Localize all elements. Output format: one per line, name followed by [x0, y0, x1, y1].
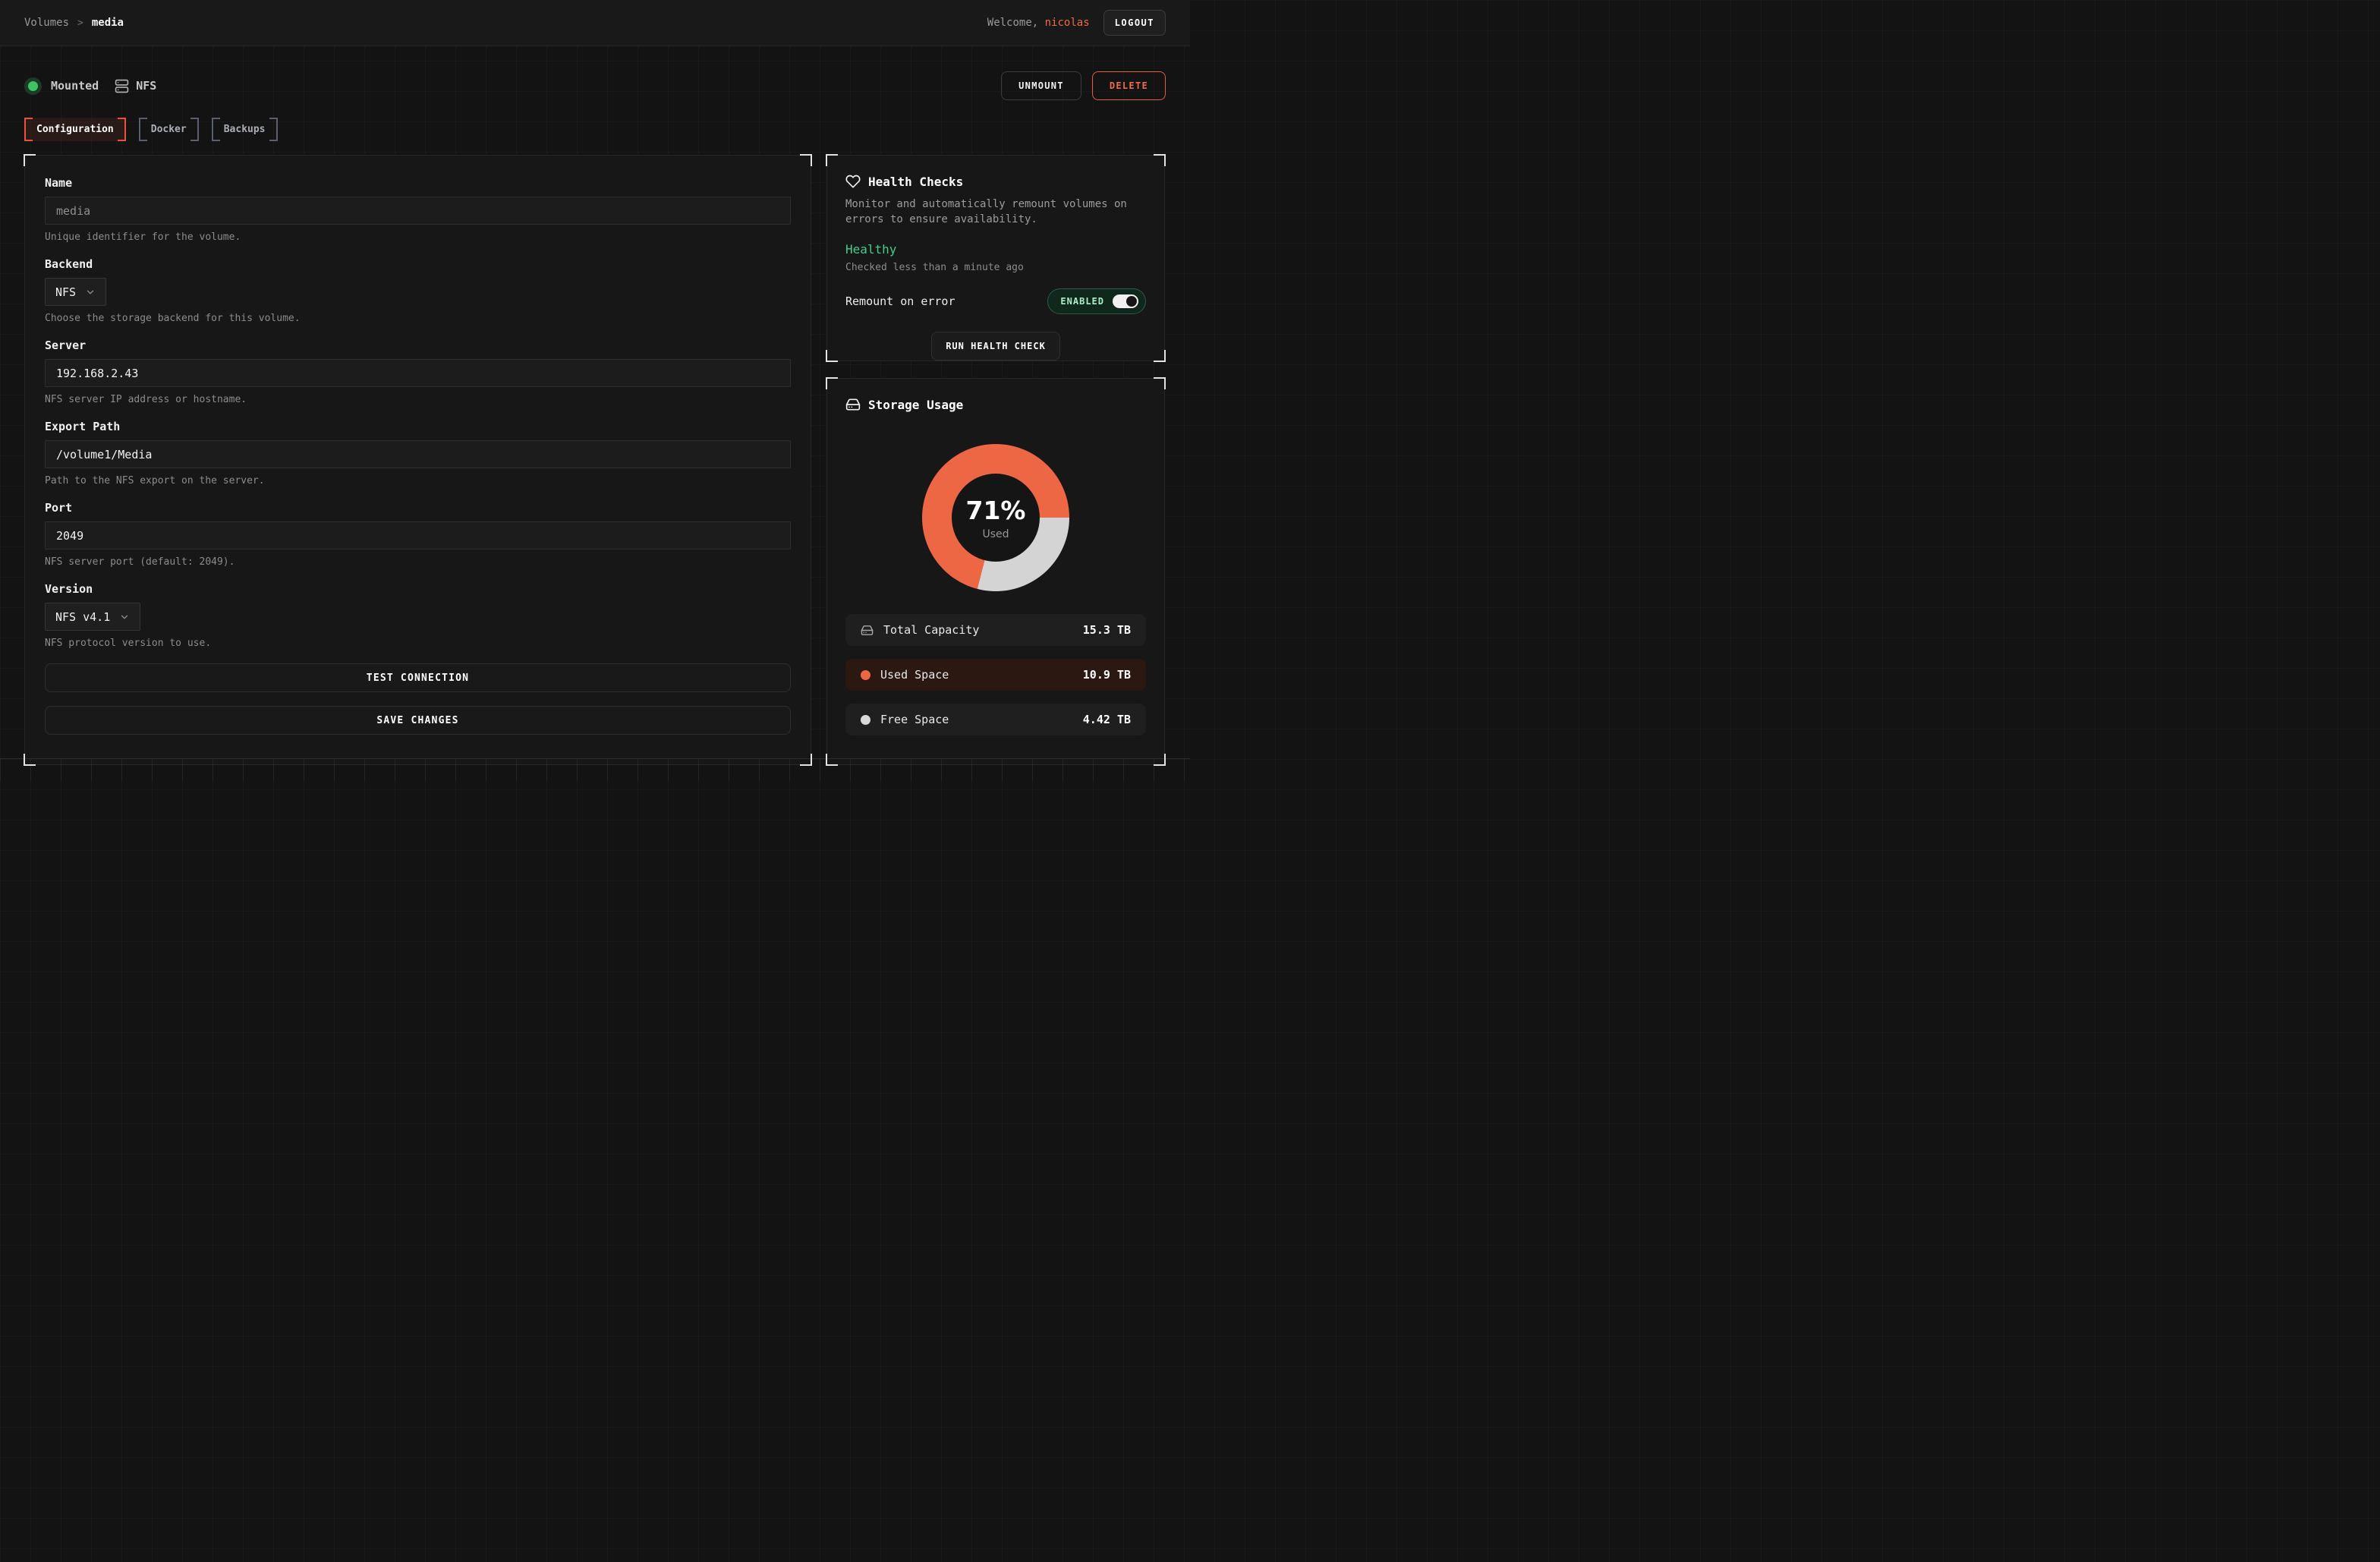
toggle-track [1113, 294, 1138, 308]
export-path-field-helper: Path to the NFS export on the server. [45, 475, 791, 487]
corner-bracket [1154, 754, 1166, 766]
used-space-label: Used Space [880, 668, 949, 682]
port-input[interactable] [45, 521, 791, 550]
server-input[interactable] [45, 359, 791, 387]
footer-grid-strip [0, 758, 1190, 781]
tab-backups[interactable]: Backups [212, 118, 278, 141]
mount-status-label: Mounted [51, 79, 99, 93]
backend-badge: NFS [115, 79, 156, 93]
total-capacity-value: 15.3 TB [1083, 623, 1131, 637]
corner-bracket [24, 154, 36, 166]
port-field-label: Port [45, 501, 791, 515]
total-capacity-label: Total Capacity [883, 623, 979, 637]
backend-select[interactable]: NFS [45, 278, 106, 306]
mounted-status-dot [28, 81, 38, 91]
corner-bracket [1154, 154, 1166, 166]
backend-field-label: Backend [45, 257, 791, 271]
tab-configuration[interactable]: Configuration [24, 118, 126, 141]
chevron-down-icon [119, 612, 130, 622]
export-path-input[interactable] [45, 440, 791, 468]
breadcrumb: Volumes > media [24, 17, 124, 29]
tab-docker[interactable]: Docker [139, 118, 199, 141]
run-health-check-button[interactable]: RUN HEALTH CHECK [931, 332, 1060, 361]
port-field-helper: NFS server port (default: 2049). [45, 556, 791, 568]
welcome-text: Welcome, nicolas [987, 17, 1090, 29]
free-space-label: Free Space [880, 713, 949, 726]
breadcrumb-current: media [92, 17, 124, 29]
export-path-field-label: Export Path [45, 420, 791, 433]
corner-bracket [24, 754, 36, 766]
test-connection-button[interactable]: TEST CONNECTION [45, 663, 791, 692]
health-description: Monitor and automatically remount volume… [845, 197, 1146, 228]
name-input[interactable] [45, 197, 791, 225]
storage-used-percent: 71% [966, 496, 1026, 525]
corner-bracket [826, 350, 838, 362]
server-icon [115, 79, 129, 93]
version-select-value: NFS v4.1 [55, 610, 110, 624]
hard-drive-icon [861, 624, 874, 637]
free-space-value: 4.42 TB [1083, 713, 1131, 726]
storage-panel-title: Storage Usage [868, 398, 963, 412]
storage-used-caption: Used [982, 528, 1009, 540]
corner-bracket [826, 754, 838, 766]
name-field-helper: Unique identifier for the volume. [45, 231, 791, 243]
corner-bracket [800, 154, 812, 166]
toggle-knob [1126, 296, 1137, 307]
health-checks-panel: Health Checks Monitor and automatically … [826, 155, 1165, 361]
corner-bracket [1154, 350, 1166, 362]
corner-bracket [826, 154, 838, 166]
total-capacity-row: Total Capacity 15.3 TB [845, 614, 1146, 646]
storage-usage-panel: Storage Usage 71% Used Total Capacity [826, 378, 1165, 765]
used-space-row: Used Space 10.9 TB [845, 659, 1146, 691]
delete-button[interactable]: DELETE [1092, 71, 1166, 100]
tab-bar: Configuration Docker Backups [24, 118, 1166, 141]
remount-on-error-label: Remount on error [845, 294, 955, 308]
save-changes-button[interactable]: SAVE CHANGES [45, 706, 791, 735]
version-field-helper: NFS protocol version to use. [45, 638, 791, 649]
corner-bracket [800, 754, 812, 766]
configuration-panel: Name Unique identifier for the volume. B… [24, 155, 811, 765]
free-space-swatch [861, 715, 870, 725]
backend-field-helper: Choose the storage backend for this volu… [45, 313, 791, 324]
used-space-swatch [861, 670, 870, 680]
heart-icon [845, 174, 861, 189]
health-status-text: Healthy [845, 242, 1146, 257]
corner-bracket [1154, 377, 1166, 389]
name-field-label: Name [45, 176, 791, 190]
corner-bracket [826, 377, 838, 389]
health-panel-title: Health Checks [868, 175, 963, 189]
backend-badge-label: NFS [136, 79, 156, 93]
server-field-label: Server [45, 339, 791, 352]
backend-select-value: NFS [55, 285, 76, 299]
top-bar: Volumes > media Welcome, nicolas LOGOUT [0, 0, 1190, 46]
breadcrumb-volumes-link[interactable]: Volumes [24, 17, 69, 29]
storage-donut-chart: 71% Used [922, 444, 1069, 591]
chevron-down-icon [85, 287, 96, 298]
free-space-row: Free Space 4.42 TB [845, 704, 1146, 735]
breadcrumb-separator-icon: > [77, 17, 83, 29]
username: nicolas [1045, 17, 1090, 29]
version-field-label: Version [45, 582, 791, 596]
server-field-helper: NFS server IP address or hostname. [45, 394, 791, 405]
version-select[interactable]: NFS v4.1 [45, 603, 140, 631]
health-last-checked: Checked less than a minute ago [845, 262, 1146, 273]
remount-toggle[interactable]: ENABLED [1047, 288, 1146, 314]
remount-toggle-state: ENABLED [1060, 296, 1104, 307]
hard-drive-icon [845, 397, 861, 412]
used-space-value: 10.9 TB [1083, 668, 1131, 682]
logout-button[interactable]: LOGOUT [1103, 10, 1166, 36]
status-row: Mounted NFS UNMOUNT DELETE [24, 71, 1166, 100]
unmount-button[interactable]: UNMOUNT [1001, 71, 1081, 100]
